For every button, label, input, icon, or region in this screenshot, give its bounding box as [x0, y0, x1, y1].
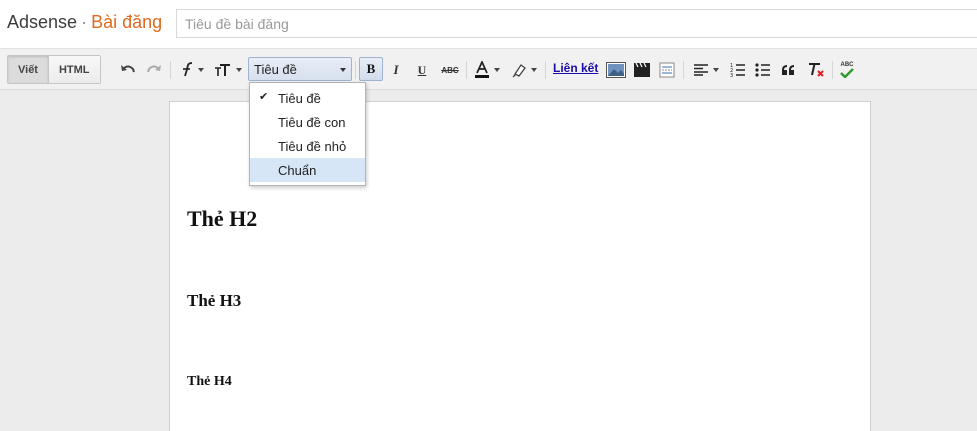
- format-option-label: Tiêu đề con: [278, 114, 346, 130]
- check-icon: ✔: [259, 91, 269, 103]
- quote-button[interactable]: [779, 60, 797, 80]
- remove-formatting-icon: [809, 63, 824, 77]
- format-option-heading[interactable]: ✔ Tiêu đề: [250, 86, 365, 110]
- toolbar-divider: [832, 61, 833, 79]
- header: Adsense · Bài đăng: [0, 0, 977, 48]
- chevron-down-icon: [494, 68, 500, 72]
- insert-video-button[interactable]: [632, 60, 652, 80]
- check-icon: [840, 68, 854, 78]
- bold-button[interactable]: B: [359, 57, 383, 81]
- page-name: Bài đăng: [91, 12, 163, 32]
- toolbar-divider: [466, 61, 467, 79]
- italic-button[interactable]: I: [388, 60, 404, 80]
- toolbar-divider: [545, 61, 546, 79]
- quote-icon: [782, 65, 794, 75]
- undo-icon: [121, 65, 135, 73]
- link-button[interactable]: Liên kết: [553, 61, 598, 75]
- redo-button[interactable]: [145, 60, 163, 80]
- format-option-label: Tiêu đề nhỏ: [278, 138, 347, 154]
- editor-toolbar: Viết HTML Tiêu đề B I U ABC Liên kết 1 2…: [0, 48, 977, 90]
- highlight-icon: [512, 64, 526, 78]
- remove-formatting-button[interactable]: [806, 60, 826, 80]
- post-title-input[interactable]: [176, 9, 977, 38]
- font-size-icon: [215, 64, 230, 76]
- undo-button[interactable]: [119, 60, 137, 80]
- breadcrumb-separator: ·: [81, 12, 88, 32]
- numbered-list-icon: 123: [730, 63, 745, 78]
- font-family-button[interactable]: [177, 60, 207, 80]
- chevron-down-icon: [198, 68, 204, 72]
- format-select-value: Tiêu đề: [254, 61, 297, 77]
- format-dropdown-menu: ✔ Tiêu đề Tiêu đề con Tiêu đề nhỏ Chuẩn: [249, 82, 366, 186]
- format-option-minor-heading[interactable]: Tiêu đề nhỏ: [250, 134, 365, 158]
- insert-image-button[interactable]: [605, 60, 627, 80]
- text-color-icon: [475, 61, 489, 78]
- text-color-button[interactable]: [472, 60, 502, 80]
- strikethrough-button[interactable]: ABC: [439, 60, 461, 80]
- insert-jump-break-button[interactable]: [657, 60, 677, 80]
- format-option-label: Chuẩn: [278, 162, 317, 178]
- mode-switch: Viết HTML: [7, 55, 101, 84]
- numbered-list-button[interactable]: 123: [729, 60, 747, 80]
- bulleted-list-icon: [755, 63, 770, 77]
- spell-check-button[interactable]: ABC: [837, 60, 857, 80]
- format-option-label: Tiêu đề: [278, 90, 321, 106]
- site-name[interactable]: Adsense: [7, 12, 77, 32]
- bulleted-list-button[interactable]: [754, 60, 772, 80]
- redo-icon: [147, 65, 161, 73]
- jump-break-icon: [659, 62, 675, 78]
- svg-text:3: 3: [730, 73, 733, 78]
- font-icon: [183, 62, 193, 77]
- video-icon: [634, 62, 650, 77]
- chevron-down-icon: [340, 68, 346, 72]
- chevron-down-icon: [236, 68, 242, 72]
- font-size-button[interactable]: [213, 60, 243, 80]
- compose-mode-button[interactable]: Viết: [8, 56, 48, 83]
- chevron-down-icon: [531, 68, 537, 72]
- image-icon: [606, 62, 626, 78]
- highlight-color-button[interactable]: [509, 60, 539, 80]
- toolbar-divider: [170, 61, 171, 79]
- alignment-button[interactable]: [690, 60, 722, 80]
- toolbar-divider: [683, 61, 684, 79]
- heading-h4: Thẻ H4: [187, 374, 232, 389]
- heading-h2: Thẻ H2: [187, 206, 258, 231]
- format-option-normal[interactable]: Chuẩn: [250, 158, 365, 182]
- format-option-subheading[interactable]: Tiêu đề con: [250, 110, 365, 134]
- underline-button[interactable]: U: [414, 60, 430, 80]
- breadcrumb: Adsense · Bài đăng: [7, 12, 162, 33]
- format-select[interactable]: Tiêu đề: [248, 57, 352, 81]
- align-left-icon: [694, 64, 708, 76]
- html-mode-button[interactable]: HTML: [47, 56, 100, 83]
- toolbar-divider: [355, 61, 356, 79]
- heading-h3: Thẻ H3: [187, 291, 242, 310]
- chevron-down-icon: [713, 68, 719, 72]
